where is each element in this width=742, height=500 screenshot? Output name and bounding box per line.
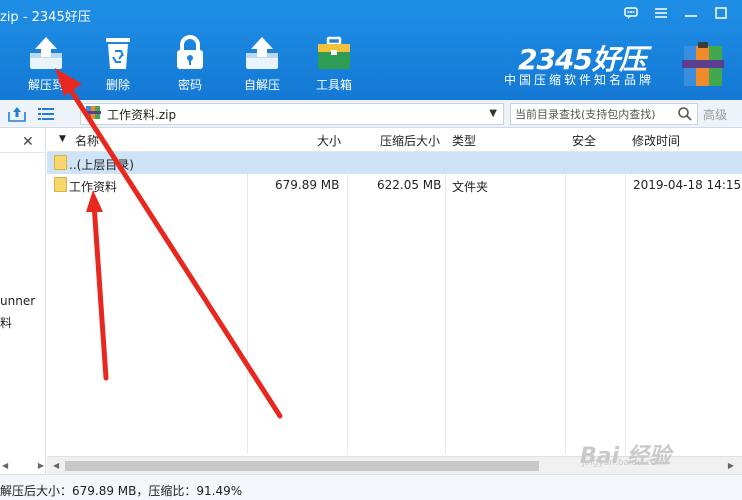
delete-label: 删除 — [105, 78, 130, 92]
recycle-bin-icon — [98, 34, 138, 72]
toolbox-label: 工具箱 — [315, 78, 352, 92]
maximize-icon[interactable] — [708, 3, 734, 23]
up-folder-icon[interactable] — [6, 104, 28, 124]
window-controls — [618, 3, 734, 23]
toolbox-icon — [314, 34, 354, 72]
title-toolbar-band: zip - 2345好压 解压到 删除 密码 自解压 工具箱 2345好压 中国… — [0, 0, 742, 100]
column-header-modified[interactable]: 修改时间 — [632, 132, 680, 149]
list-view-icon[interactable] — [35, 104, 57, 124]
sort-arrow-icon[interactable]: ▼ — [59, 134, 66, 144]
self-extract-label: 自解压 — [243, 78, 280, 92]
address-bar: 工作资料.zip ▼ 高级 — [0, 100, 742, 128]
column-header-name[interactable]: 名称 — [75, 132, 99, 149]
file-list-table: ▼ 名称 大小 压缩后大小 类型 安全 修改时间 ..(上层目录) 工作资料 6… — [47, 128, 742, 454]
row-name: ..(上层目录) — [69, 158, 134, 172]
table-row[interactable]: ..(上层目录) — [47, 152, 742, 174]
extract-to-icon — [26, 34, 66, 72]
tree-item-text[interactable]: unner — [0, 294, 35, 308]
message-icon[interactable] — [618, 3, 644, 23]
row-size: 679.89 MB — [275, 178, 340, 192]
extract-to-label: 解压到 — [27, 78, 64, 92]
row-modified: 2019-04-18 14:15: — [633, 178, 742, 192]
pane-scrollbar[interactable]: ◀ ▶ — [2, 458, 44, 472]
folder-tree-pane: ✕ unner 料 ◀ ▶ — [0, 128, 46, 474]
status-bar: 解压后大小：679.89 MB，压缩比：91.49% — [0, 474, 742, 500]
column-header-size[interactable]: 大小 — [317, 132, 341, 149]
table-row[interactable]: 工作资料 679.89 MB 622.05 MB 文件夹 2019-04-18 … — [47, 174, 742, 196]
path-text: 工作资料.zip — [107, 107, 177, 122]
folder-icon — [54, 155, 67, 170]
close-icon[interactable]: ✕ — [22, 134, 34, 150]
minimize-icon[interactable] — [678, 3, 704, 23]
scroll-right-icon[interactable]: ▶ — [38, 461, 44, 470]
chevron-down-icon[interactable]: ▼ — [489, 108, 497, 119]
row-packed-size: 622.05 MB — [377, 178, 442, 192]
row-type: 文件夹 — [452, 180, 489, 194]
zip-archive-icon — [85, 105, 101, 123]
self-extract-button[interactable]: 自解压 — [231, 34, 293, 96]
search-icon[interactable] — [678, 107, 692, 124]
column-header-security[interactable]: 安全 — [572, 132, 596, 149]
lock-icon — [170, 34, 210, 72]
toolbox-button[interactable]: 工具箱 — [303, 34, 365, 96]
pane-divider — [0, 152, 46, 153]
advanced-search-link[interactable]: 高级 — [703, 106, 727, 123]
scroll-right-icon[interactable]: ▶ — [728, 461, 734, 470]
scrollbar-thumb[interactable] — [65, 461, 539, 471]
path-selector[interactable]: 工作资料.zip ▼ — [80, 103, 504, 125]
brand-slogan: 中国压缩软件知名品牌 — [503, 73, 654, 87]
brand-logo-icon — [680, 40, 728, 91]
self-extract-icon — [242, 34, 282, 72]
scroll-left-icon[interactable]: ◀ — [2, 461, 8, 470]
folder-icon — [54, 177, 67, 192]
scroll-left-icon[interactable]: ◀ — [53, 461, 59, 470]
password-button[interactable]: 密码 — [159, 34, 221, 96]
column-header-packed[interactable]: 压缩后大小 — [380, 132, 440, 149]
status-text: 解压后大小：679.89 MB，压缩比：91.49% — [0, 484, 243, 498]
password-label: 密码 — [177, 78, 202, 92]
menu-icon[interactable] — [648, 3, 674, 23]
column-header-type[interactable]: 类型 — [452, 132, 476, 149]
search-input[interactable] — [510, 103, 698, 125]
baidu-watermark-url: jingyan.baidu.com — [582, 458, 666, 468]
delete-button[interactable]: 删除 — [87, 34, 149, 96]
table-header: ▼ 名称 大小 压缩后大小 类型 安全 修改时间 — [47, 128, 742, 152]
extract-to-button[interactable]: 解压到 — [15, 34, 77, 96]
window-title: zip - 2345好压 — [0, 10, 91, 25]
row-name: 工作资料 — [69, 180, 118, 194]
tree-item-text[interactable]: 料 — [0, 314, 12, 331]
